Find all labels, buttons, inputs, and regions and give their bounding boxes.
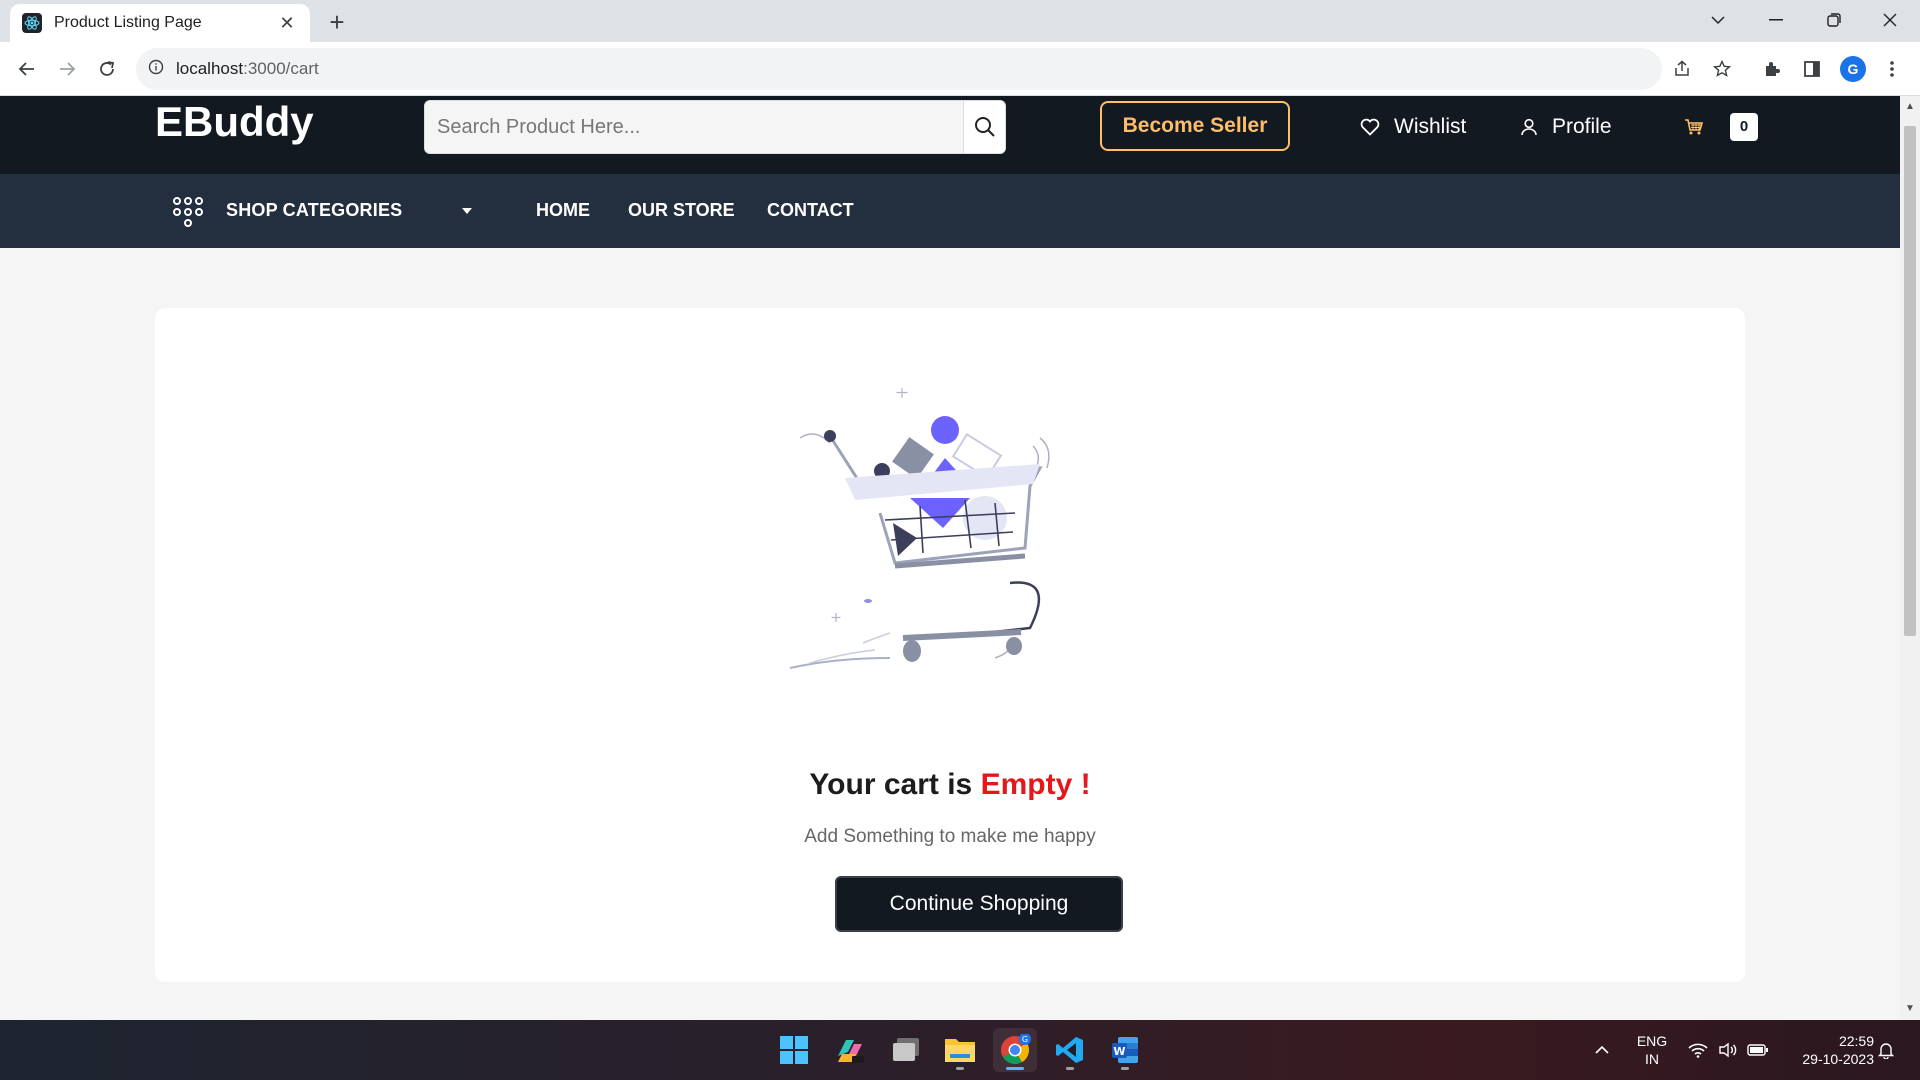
extensions-icon[interactable] [1758,55,1786,83]
browser-tab[interactable]: Product Listing Page ✕ [10,4,310,42]
notification-bell-icon[interactable] [1874,1028,1898,1072]
vscode-icon[interactable] [1048,1028,1092,1072]
categories-grid-icon [173,197,203,227]
profile-link[interactable]: Profile [1520,112,1612,142]
scroll-up-icon[interactable]: ▲ [1904,100,1916,114]
new-tab-button[interactable]: + [322,8,352,38]
restore-icon[interactable] [1806,0,1862,40]
page-viewport: EBuddy Become Seller Wishlist Profile 0 … [0,96,1900,1020]
profile-avatar[interactable]: G [1840,56,1866,82]
heart-icon [1360,118,1380,136]
word-icon[interactable]: W [1103,1028,1147,1072]
volume-icon[interactable] [1714,1028,1742,1072]
svg-text:W: W [1113,1045,1125,1058]
minimize-icon[interactable] [1748,0,1804,40]
search-button[interactable] [963,101,1005,153]
file-explorer-icon[interactable] [938,1028,982,1072]
wishlist-link[interactable]: Wishlist [1360,112,1466,142]
scroll-thumb[interactable] [1904,126,1916,636]
cart-icon [1685,119,1704,135]
svg-text:G: G [1022,1035,1028,1044]
forward-icon[interactable] [51,53,83,85]
word-running-indicator [1121,1067,1129,1070]
menu-bar: SHOP CATEGORIES HOME OUR STORE CONTACT [0,174,1900,248]
scroll-down-icon[interactable]: ▼ [1904,1002,1916,1016]
vscode-running-indicator [1066,1067,1074,1070]
battery-icon[interactable] [1744,1028,1772,1072]
nav-contact[interactable]: CONTACT [767,200,854,221]
copilot-icon[interactable] [828,1028,872,1072]
search-bar [424,100,1006,154]
cart-link[interactable]: 0 [1684,112,1758,142]
url-text: localhost:3000/cart [176,59,319,78]
wifi-icon[interactable] [1684,1028,1712,1072]
empty-cart-illustration [789,388,1050,669]
empty-cart-title: Your cart is Empty ! [809,768,1091,801]
site-logo[interactable]: EBuddy [155,98,314,146]
empty-cart-card: Your cart is Empty ! Add Something to ma… [155,308,1745,982]
nav-home[interactable]: HOME [536,200,590,221]
search-icon [974,117,995,137]
continue-shopping-button[interactable]: Continue Shopping [835,876,1123,932]
taskbar: G W ENG IN 22:59 29-10-2023 [0,1020,1920,1080]
browser-toolbar: localhost:3000/cart [0,42,1920,96]
clock[interactable]: 22:59 29-10-2023 [1780,1032,1874,1068]
search-input[interactable] [425,101,963,153]
user-icon [1521,118,1537,136]
wishlist-label: Wishlist [1394,115,1467,138]
chrome-active-indicator [1006,1067,1024,1070]
chrome-taskbar-icon[interactable]: G [993,1028,1037,1072]
site-header: EBuddy Become Seller Wishlist Profile 0 [0,96,1900,174]
caret-down-icon[interactable] [462,208,472,214]
tab-title: Product Listing Page [54,14,202,31]
windows-start-icon[interactable] [772,1028,816,1072]
profile-label: Profile [1552,115,1612,138]
reload-icon[interactable] [91,53,123,85]
site-info-icon[interactable] [148,59,164,80]
tab-close-icon[interactable]: ✕ [276,12,298,34]
react-favicon-icon [22,13,42,33]
nav-our-store[interactable]: OUR STORE [628,200,735,221]
bookmark-star-icon[interactable] [1708,55,1736,83]
address-bar[interactable]: localhost:3000/cart [136,48,1662,90]
shop-categories-dropdown[interactable]: SHOP CATEGORIES [226,200,402,221]
back-icon[interactable] [11,53,43,85]
empty-cart-subtitle: Add Something to make me happy [804,826,1096,847]
cart-count-badge: 0 [1730,113,1758,141]
side-panel-icon[interactable] [1798,55,1826,83]
chrome-menu-icon[interactable] [1878,55,1906,83]
tray-chevron-up-icon[interactable] [1580,1028,1624,1072]
language-indicator[interactable]: ENG IN [1630,1032,1674,1068]
browser-tab-strip: Product Listing Page ✕ + [0,0,1920,42]
task-view-icon[interactable] [884,1028,928,1072]
close-window-icon[interactable] [1862,0,1918,40]
share-icon[interactable] [1668,55,1696,83]
tab-search-icon[interactable] [1690,0,1746,40]
explorer-running-indicator [956,1067,964,1070]
page-scrollbar[interactable]: ▲ ▼ [1900,96,1920,1020]
become-seller-button[interactable]: Become Seller [1100,101,1290,151]
